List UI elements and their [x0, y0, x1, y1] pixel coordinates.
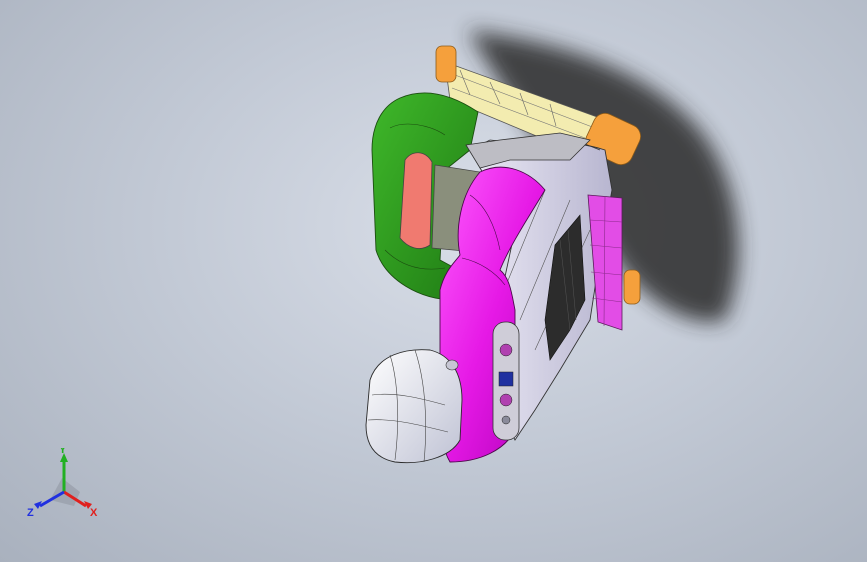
- orientation-triad[interactable]: Y X Z: [22, 448, 112, 528]
- control-window: [492, 321, 520, 441]
- white-dome: [365, 349, 463, 464]
- z-axis-label: Z: [27, 507, 34, 519]
- y-axis-label: Y: [59, 448, 67, 456]
- x-axis-label: X: [90, 507, 98, 519]
- salmon-panel: [399, 152, 433, 249]
- magenta-side-panel: [587, 194, 623, 331]
- 3d-model[interactable]: [0, 0, 867, 562]
- graphics-viewport[interactable]: Y X Z: [0, 0, 867, 562]
